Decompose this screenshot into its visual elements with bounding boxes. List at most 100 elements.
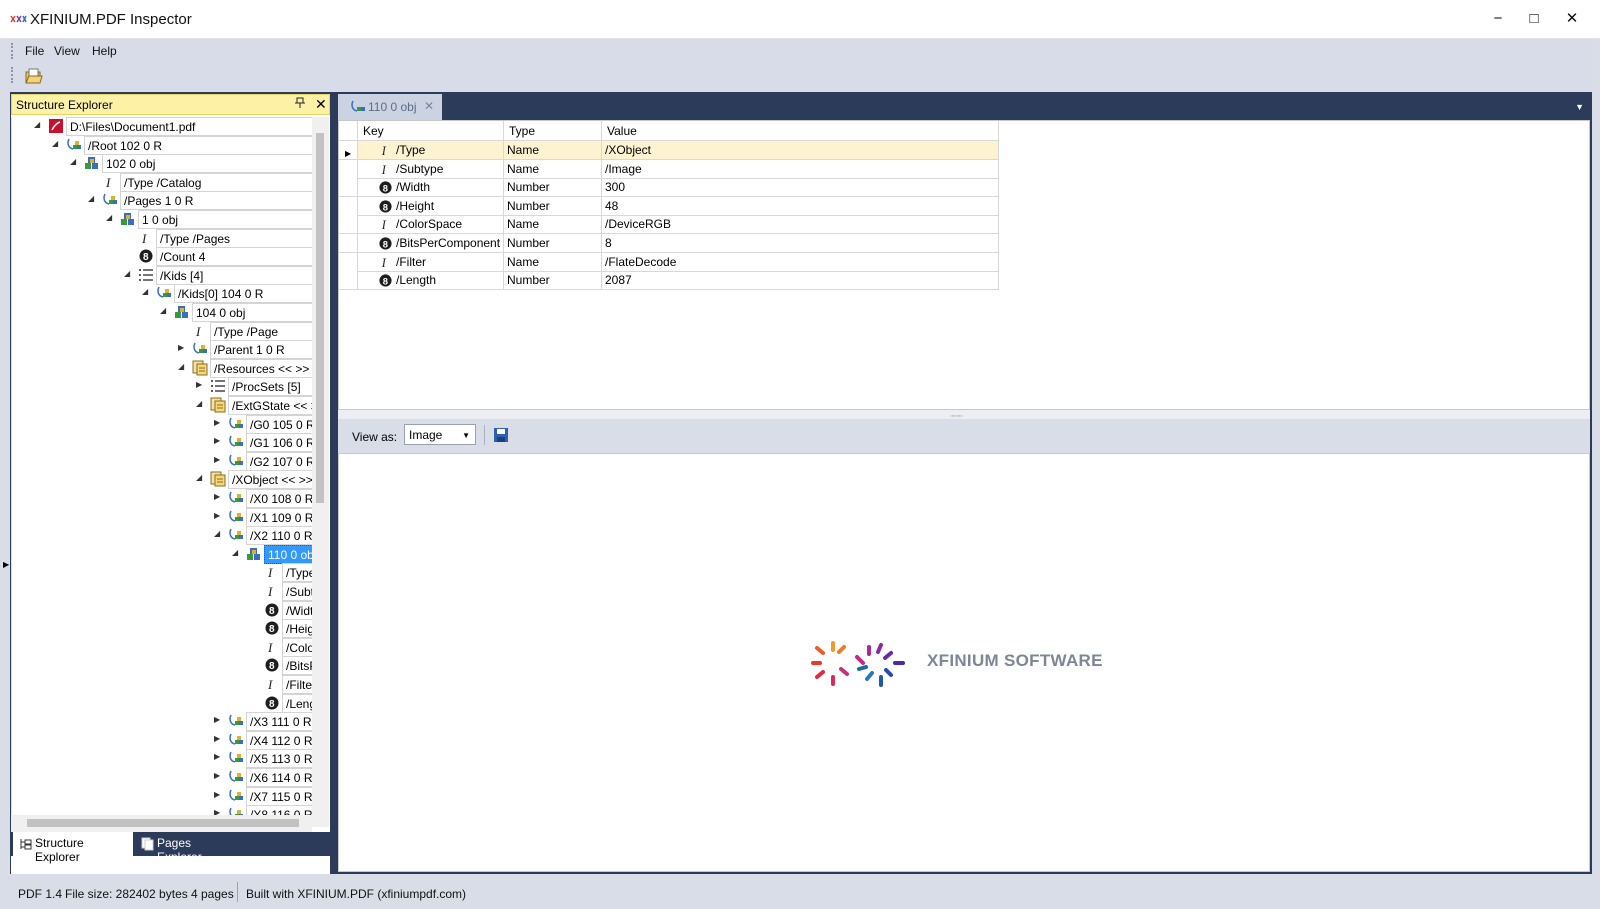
cell-value[interactable]: 2087 [602,271,999,291]
cell-value[interactable]: 8 [602,234,999,253]
cell-value[interactable]: /DeviceRGB [602,215,999,235]
tree-node[interactable]: ◢ D:\Files\Document1.pdf [12,117,312,136]
tree-node[interactable]: ◢ /X2 110 0 R [12,526,312,546]
vertical-scroll-thumb[interactable] [316,133,324,503]
cell-type[interactable]: Number [504,178,602,198]
tree-node[interactable]: 8/Leng [12,693,312,713]
close-tab-button[interactable]: ✕ [424,99,434,113]
tree-node[interactable]: ▶ /X0 108 0 R [12,489,312,508]
row-header[interactable] [339,215,358,235]
expand-arrow-icon[interactable]: ▶ [214,771,224,783]
tree-node[interactable]: ▶ /ProcSets [5] [12,377,312,397]
collapse-arrow-icon[interactable]: ◢ [232,548,242,560]
tree-node[interactable]: I/Subt [12,582,312,601]
horizontal-scroll-thumb[interactable] [27,819,299,827]
tree-node[interactable]: ◢ /ExtGState << >> [12,396,312,415]
view-as-select[interactable]: Image ▼ [404,424,476,445]
cell-value[interactable]: 48 [602,196,999,216]
collapse-arrow-icon[interactable]: ◢ [196,473,206,485]
row-header[interactable] [339,159,358,179]
tree-node[interactable]: I/Type [12,563,312,583]
column-value[interactable]: Value [602,121,999,141]
grid-row[interactable]: /Height Number 48 8 [339,196,1014,216]
horizontal-splitter[interactable]: ∙∙∙∙∙∙∙∙∙∙ [338,410,1590,420]
expand-arrow-icon[interactable]: ▶ [214,455,224,467]
tree-node[interactable]: ▶ /X6 114 0 R [12,768,312,787]
close-window-button[interactable]: ✕ [1553,6,1591,32]
menu-help[interactable]: Help [92,44,117,58]
grid-row[interactable]: ▶/Type Name/XObject I [339,141,1014,160]
column-type[interactable]: Type [504,121,602,141]
tree-node[interactable]: ◢ 104 0 obj [12,303,312,322]
collapse-arrow-icon[interactable]: ◢ [214,529,224,541]
grid-row[interactable]: /Subtype Name/Image I [339,159,1014,179]
tree-node[interactable]: ◢ /Root 102 0 R [12,135,312,155]
row-header[interactable]: ▶ [339,141,358,160]
cell-type[interactable]: Number [504,196,602,216]
collapse-arrow-icon[interactable]: ◢ [160,306,170,318]
tree-node[interactable]: ◢ /Resources << >> [12,358,312,378]
tree-node[interactable]: ◢ 110 0 obj [12,544,312,564]
tree-node[interactable]: I/Color [12,637,312,657]
tree-horizontal-scrollbar[interactable] [11,815,312,832]
tree-node[interactable]: ◢ /Pages 1 0 R [12,191,312,211]
cell-type[interactable]: Name [504,141,602,160]
cell-type[interactable]: Name [504,215,602,235]
row-header[interactable] [339,234,358,253]
tree-node[interactable]: ▶ /Parent 1 0 R [12,340,312,360]
menu-view[interactable]: View [54,44,80,58]
tree-node[interactable]: ◢ 1 0 obj [12,210,312,229]
collapse-arrow-icon[interactable]: ◢ [52,139,62,151]
row-header[interactable] [339,271,358,291]
tree-vertical-scrollbar[interactable] [312,117,329,827]
expand-arrow-icon[interactable]: ▶ [214,734,224,746]
tree-node[interactable]: 8/Count 4 [12,247,312,267]
open-file-icon[interactable] [24,67,44,86]
collapse-arrow-icon[interactable]: ◢ [124,269,134,281]
cell-value[interactable]: /Image [602,159,999,179]
tree-node[interactable]: 8/Heigl [12,619,312,639]
cell-type[interactable]: Name [504,252,602,272]
expand-arrow-icon[interactable]: ▶ [214,436,224,448]
tree-node[interactable]: 8/BitsP [12,656,312,676]
expand-arrow-icon[interactable]: ▶ [196,380,206,392]
collapse-arrow-icon[interactable]: ◢ [106,213,116,225]
expand-arrow-icon[interactable]: ▶ [214,492,224,504]
cell-type[interactable]: Number [504,234,602,253]
collapse-arrow-icon[interactable]: ◢ [178,362,188,374]
expand-arrow-icon[interactable]: ▶ [178,343,188,355]
collapse-arrow-icon[interactable]: ◢ [88,194,98,206]
expand-arrow-icon[interactable]: ▶ [214,752,224,764]
tree-node[interactable]: ▶ /X5 113 0 R [12,749,312,769]
tab-pages-explorer[interactable]: Pages Explorer [135,832,245,864]
tree-node[interactable]: ▶ /X3 111 0 R [12,712,312,732]
tree-node[interactable]: ▶ /X4 112 0 R [12,730,312,750]
collapse-arrow-icon[interactable]: ▶ [3,560,9,569]
collapse-arrow-icon[interactable]: ◢ [196,399,206,411]
column-key[interactable]: Key [358,121,504,141]
tree-node[interactable]: I/Type /Pages [12,228,312,248]
expand-arrow-icon[interactable]: ▶ [214,790,224,802]
minimize-button[interactable]: − [1479,6,1517,32]
grid-row[interactable]: /BitsPerComponent Number 8 8 [339,234,1014,253]
document-tab[interactable]: 110 0 obj ✕ [338,94,442,120]
collapse-arrow-icon[interactable]: ◢ [70,157,80,169]
save-icon[interactable] [493,427,509,443]
row-header[interactable] [339,178,358,198]
tree-node[interactable]: ▶ /X7 115 0 R [12,786,312,806]
tree-node[interactable]: ▶ /G1 106 0 R [12,433,312,453]
tab-structure-explorer[interactable]: Structure Explorer [13,832,133,864]
expand-arrow-icon[interactable]: ▶ [214,511,224,523]
tree-node[interactable]: ▶ /X1 109 0 R [12,507,312,527]
grid-row[interactable]: /ColorSpace Name/DeviceRGB I [339,215,1014,235]
cell-value[interactable]: /XObject [602,141,999,160]
tree-node[interactable]: ▶ /G0 105 0 R [12,414,312,434]
collapse-arrow-icon[interactable]: ◢ [34,120,44,132]
cell-value[interactable]: /FlateDecode [602,252,999,272]
tree-node[interactable]: ◢ /Kids [4] [12,265,312,285]
tree-node[interactable]: I/Type /Catalog [12,172,312,192]
tree-node[interactable]: I/Filter [12,675,312,694]
tree-node[interactable]: ◢ /XObject << >> [12,470,312,490]
cell-value[interactable]: 300 [602,178,999,198]
row-header[interactable] [339,252,358,272]
